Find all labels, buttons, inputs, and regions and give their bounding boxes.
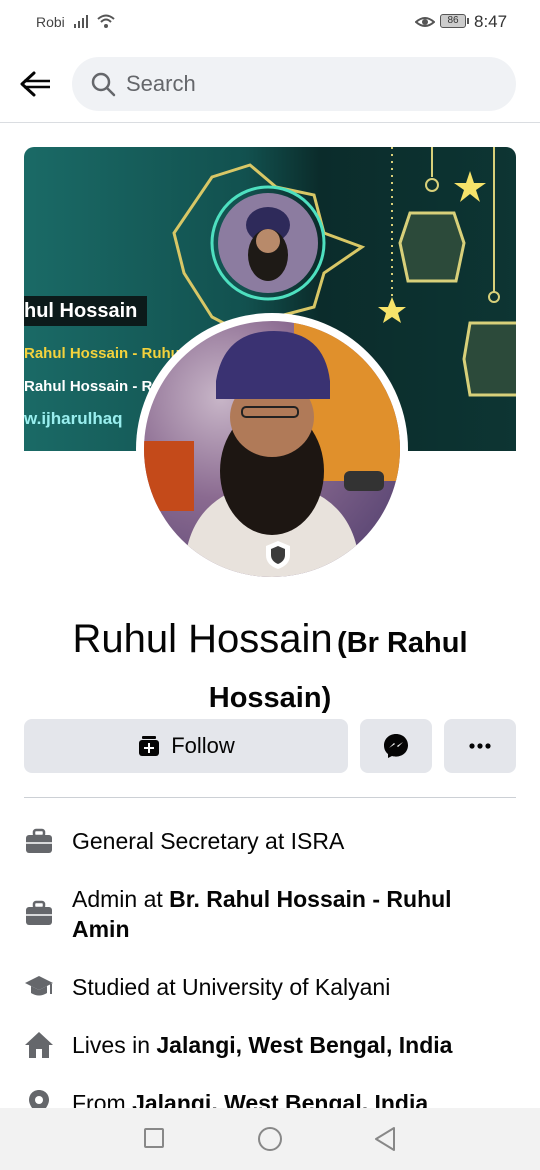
- status-bar: Robi 86 8:47: [0, 0, 540, 46]
- system-back-button[interactable]: [374, 1126, 396, 1152]
- home-button[interactable]: [258, 1127, 282, 1151]
- carrier-label: Robi: [36, 14, 65, 30]
- recents-button[interactable]: [144, 1128, 164, 1148]
- profile-picture[interactable]: [136, 313, 408, 585]
- about-item-text: Lives in Jalangi, West Bengal, India: [72, 1030, 512, 1060]
- cover-text-line: Rahul Hossain - R: [24, 378, 153, 395]
- search-icon: [91, 72, 116, 97]
- about-prefix: Admin at: [72, 886, 170, 912]
- battery-indicator: 86: [440, 14, 469, 28]
- profile-name: Ruhul Hossain (Br Rahul Hossain): [24, 614, 516, 728]
- search-placeholder: Search: [126, 71, 196, 96]
- briefcase-icon: [26, 828, 52, 853]
- lives-in-link[interactable]: Jalangi, West Bengal, India: [156, 1032, 452, 1058]
- home-icon: [25, 1032, 53, 1058]
- briefcase-icon: [26, 900, 52, 925]
- follow-icon: [139, 736, 160, 756]
- follow-button[interactable]: Follow: [24, 719, 348, 773]
- follow-label: Follow: [171, 733, 235, 758]
- profile-guard-shield-icon: [266, 541, 290, 569]
- divider: [24, 797, 516, 798]
- search-input[interactable]: Search: [72, 57, 516, 111]
- graduation-cap-icon: [25, 976, 53, 996]
- top-bar: Search: [0, 46, 540, 123]
- message-button[interactable]: [360, 719, 432, 773]
- cover-text-line: Rahul Hossain - Ruhu: [24, 345, 180, 362]
- about-item-text: General Secretary at ISRA: [72, 828, 345, 854]
- back-arrow-icon: [20, 71, 50, 97]
- more-dots-icon: [469, 743, 491, 749]
- about-item-text: Studied at University of Kalyani: [72, 974, 391, 1000]
- about-prefix: Lives in: [72, 1032, 157, 1058]
- eye-comfort-icon: [415, 17, 435, 27]
- wifi-icon: [97, 14, 115, 28]
- avatar: [144, 321, 400, 577]
- page-title: Ruhul Hossain: [72, 617, 333, 661]
- cover-name-badge: hul Hossain: [24, 296, 148, 326]
- back-button[interactable]: [14, 64, 56, 104]
- cover-url-text: w.ijharulhaq: [24, 409, 123, 428]
- signal-icon: [74, 15, 88, 28]
- system-navigation-bar: [0, 1108, 540, 1170]
- clock: 8:47: [474, 12, 508, 31]
- messenger-icon: [384, 734, 408, 758]
- more-options-button[interactable]: [444, 719, 516, 773]
- about-item-text: Admin at Br. Rahul Hossain - Ruhul Amin: [72, 884, 512, 944]
